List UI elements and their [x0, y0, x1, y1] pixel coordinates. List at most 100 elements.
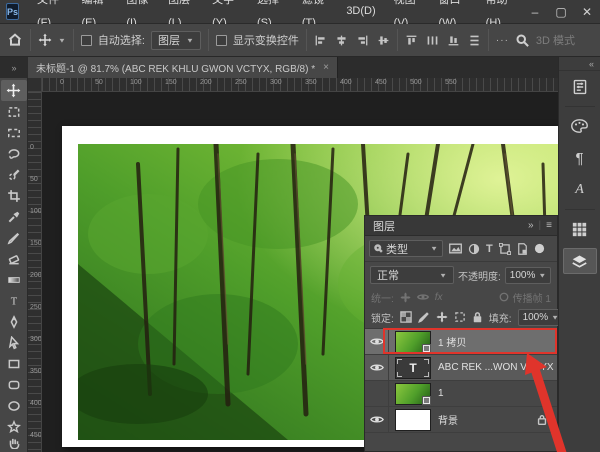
align-left-icon[interactable]	[314, 34, 327, 47]
photoshop-window: Ps 文件(F) 编辑(E) 图像(I) 图层(L) 文字(Y) 选择(S) 滤…	[0, 0, 600, 452]
align-top-icon[interactable]	[377, 34, 390, 47]
dock-expand-icon[interactable]: «	[559, 57, 600, 71]
toolbar-collapse-icon[interactable]: »	[0, 58, 28, 78]
tool-path-select[interactable]	[1, 332, 27, 353]
lock-pixels-icon[interactable]	[418, 311, 430, 323]
auto-select-checkbox[interactable]	[81, 35, 92, 46]
show-transform-checkbox[interactable]	[216, 35, 227, 46]
filter-shape-icon[interactable]	[499, 243, 511, 255]
maximize-button[interactable]: ▢	[548, 0, 574, 23]
background-lock-icon	[537, 414, 557, 425]
tool-rectangle[interactable]	[1, 353, 27, 374]
chevron-down-icon[interactable]: ▼	[58, 36, 66, 43]
layers-panel-title[interactable]: 图层	[365, 218, 403, 234]
search-icon[interactable]	[515, 33, 530, 48]
filter-smart-object-icon[interactable]	[517, 243, 528, 255]
close-button[interactable]: ✕	[574, 0, 600, 23]
layer-name[interactable]: ABC REK ...WON VCTYX	[438, 362, 557, 373]
auto-select-dropdown[interactable]: 图层▼	[151, 31, 201, 50]
tool-brush[interactable]	[1, 227, 27, 248]
tool-custom-shape[interactable]	[1, 416, 27, 437]
blend-mode-row: 正常▼ 不透明度: 100%▼	[365, 262, 557, 288]
tool-artboard[interactable]	[1, 101, 27, 122]
layer-name[interactable]: 1 拷贝	[438, 334, 557, 349]
fill-label: 填充:	[489, 310, 512, 325]
distribute-vertical-icon[interactable]	[468, 34, 481, 47]
lock-artboard-icon[interactable]	[454, 311, 466, 323]
align-vertical-top-icon[interactable]	[405, 34, 418, 47]
background-thumbnail[interactable]	[395, 409, 431, 431]
tool-hand[interactable]	[1, 437, 27, 449]
unify-style-icon[interactable]: fx	[435, 292, 443, 303]
layers-panel-icon[interactable]	[563, 248, 597, 274]
tool-pen[interactable]	[1, 311, 27, 332]
tool-ellipse[interactable]	[1, 395, 27, 416]
color-panel-icon[interactable]	[563, 113, 597, 139]
unify-visibility-icon[interactable]	[417, 292, 429, 302]
align-center-horizontal-icon[interactable]	[335, 34, 348, 47]
minimize-button[interactable]: –	[522, 0, 548, 23]
distribute-horizontal-icon[interactable]	[426, 34, 439, 47]
layers-panel-header: 图层 » | ≡	[365, 216, 557, 236]
filter-adjustment-icon[interactable]	[468, 243, 480, 255]
tab-close-icon[interactable]: ×	[323, 62, 329, 73]
panel-collapse-icon[interactable]: »	[528, 220, 534, 231]
text-layer-thumbnail[interactable]: T	[395, 357, 431, 379]
tool-gradient[interactable]	[1, 269, 27, 290]
layers-panel: 图层 » | ≡ 类型▼ T 正常▼	[364, 215, 558, 452]
layer-row-text[interactable]: T ABC REK ...WON VCTYX	[365, 355, 557, 381]
ruler-origin[interactable]	[28, 78, 42, 92]
tool-lasso[interactable]	[1, 143, 27, 164]
document-tab[interactable]: 未标题-1 @ 81.7% (ABC REK KHLU GWON VCTYX, …	[28, 57, 338, 78]
swatches-panel-icon[interactable]	[563, 216, 597, 242]
tool-crop[interactable]	[1, 185, 27, 206]
opacity-dropdown[interactable]: 100%▼	[505, 267, 552, 284]
layer-thumbnail[interactable]	[395, 331, 431, 353]
visibility-eye-icon[interactable]	[365, 355, 389, 380]
filter-type-dropdown[interactable]: 类型▼	[369, 240, 443, 257]
unify-position-icon[interactable]	[400, 292, 411, 303]
filter-pixel-icon[interactable]	[449, 243, 462, 254]
layer-name[interactable]: 背景	[438, 412, 537, 427]
smart-object-badge	[422, 396, 431, 405]
home-icon[interactable]	[7, 32, 23, 48]
more-options-icon[interactable]: ···	[496, 35, 509, 46]
lock-position-icon[interactable]	[436, 311, 448, 323]
filter-toggle-icon[interactable]	[534, 243, 545, 254]
tool-eyedropper[interactable]	[1, 206, 27, 227]
auto-select-label: 自动选择:	[98, 32, 145, 48]
menu-3d[interactable]: 3D(D)	[337, 0, 384, 23]
blend-mode-dropdown[interactable]: 正常▼	[370, 266, 454, 284]
tool-rect-marquee[interactable]	[1, 122, 27, 143]
layer-row-background[interactable]: 背景	[365, 407, 557, 433]
glyphs-panel-icon[interactable]: A	[563, 177, 597, 203]
paragraph-panel-icon[interactable]: ¶	[563, 145, 597, 171]
tool-move[interactable]	[1, 80, 27, 101]
smart-object-badge	[422, 344, 431, 353]
filter-type-icon[interactable]: T	[486, 243, 493, 255]
document-tab-title: 未标题-1 @ 81.7% (ABC REK KHLU GWON VCTYX, …	[36, 60, 315, 75]
tool-type[interactable]: T	[1, 290, 27, 311]
photoshop-logo-icon: Ps	[6, 3, 19, 20]
brush-settings-icon[interactable]	[563, 74, 597, 100]
visibility-eye-icon[interactable]	[365, 407, 389, 432]
visibility-eye-empty[interactable]	[365, 381, 389, 406]
layer-thumbnail[interactable]	[395, 383, 431, 405]
align-vertical-bottom-icon[interactable]	[447, 34, 460, 47]
tool-eraser[interactable]	[1, 248, 27, 269]
layer-row-original[interactable]: 1	[365, 381, 557, 407]
opacity-label: 不透明度:	[458, 268, 501, 283]
layer-name[interactable]: 1	[438, 388, 557, 399]
layer-filter-row: 类型▼ T	[365, 236, 557, 262]
panel-menu-icon[interactable]: ≡	[546, 220, 552, 231]
visibility-eye-icon[interactable]	[365, 329, 389, 354]
lock-all-icon[interactable]	[472, 311, 483, 323]
move-tool-icon[interactable]	[38, 33, 52, 47]
layer-row-copy[interactable]: 1 拷贝	[365, 329, 557, 355]
ruler-vertical: 050100150200250300350400450	[28, 92, 42, 452]
lock-transparent-icon[interactable]	[400, 311, 412, 323]
align-right-icon[interactable]	[356, 34, 369, 47]
title-bar: Ps 文件(F) 编辑(E) 图像(I) 图层(L) 文字(Y) 选择(S) 滤…	[0, 0, 600, 24]
tool-rounded-rectangle[interactable]	[1, 374, 27, 395]
tool-quick-select[interactable]	[1, 164, 27, 185]
